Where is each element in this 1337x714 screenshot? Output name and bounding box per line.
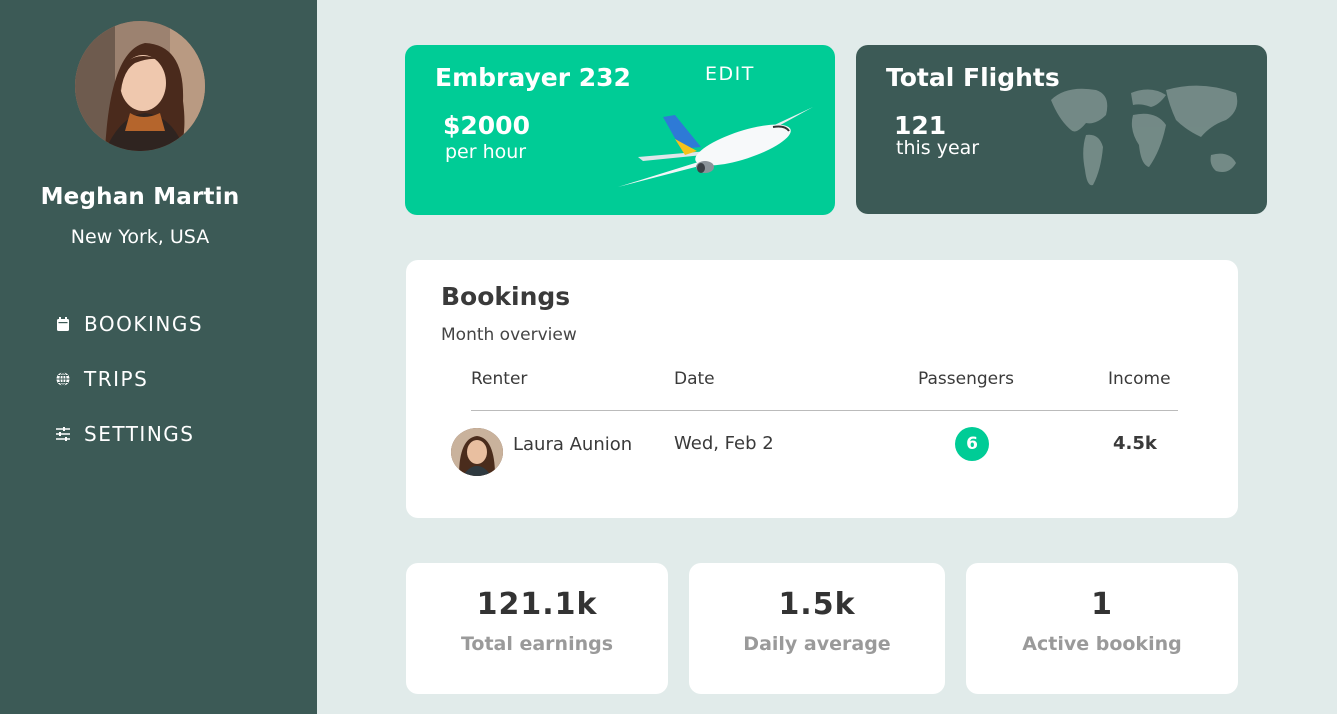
stat-card-daily-average: 1.5k Daily average xyxy=(689,563,945,694)
bookings-subtitle: Month overview xyxy=(441,325,577,345)
nav-item-bookings[interactable]: BOOKINGS xyxy=(54,310,203,338)
sliders-icon xyxy=(54,425,72,443)
bookings-title: Bookings xyxy=(441,282,571,311)
table-divider xyxy=(471,410,1178,411)
passengers-badge: 6 xyxy=(955,427,989,461)
nav-item-trips[interactable]: TRIPS xyxy=(54,365,203,393)
user-name: Meghan Martin xyxy=(40,184,240,210)
user-location: New York, USA xyxy=(70,226,210,248)
total-flights-count: 121 xyxy=(894,111,947,140)
edit-button[interactable]: EDIT xyxy=(705,63,755,85)
renter-name: Laura Aunion xyxy=(513,434,633,455)
nav-item-settings[interactable]: SETTINGS xyxy=(54,420,203,448)
sidebar: Meghan Martin New York, USA BOOKINGS TRI… xyxy=(0,0,317,714)
plane-price: $2000 xyxy=(443,111,530,140)
bookings-card: Bookings Month overview Renter Date Pass… xyxy=(406,260,1238,518)
plane-card: Embrayer 232 EDIT $2000 per hour xyxy=(405,45,835,215)
stat-label: Active booking xyxy=(1022,633,1182,655)
total-flights-unit: this year xyxy=(896,137,980,159)
stat-value: 121.1k xyxy=(476,587,598,622)
column-header-income: Income xyxy=(1108,369,1171,389)
stat-label: Daily average xyxy=(743,633,891,655)
column-header-renter: Renter xyxy=(471,369,528,389)
stat-value: 1.5k xyxy=(778,587,856,622)
renter-avatar xyxy=(451,428,503,476)
user-avatar[interactable] xyxy=(75,21,205,151)
stat-label: Total earnings xyxy=(460,633,614,655)
booking-income: 4.5k xyxy=(1113,433,1157,454)
calendar-icon xyxy=(54,315,72,333)
stat-card-active-booking: 1 Active booking xyxy=(966,563,1238,694)
booking-date: Wed, Feb 2 xyxy=(674,433,774,454)
globe-icon xyxy=(54,370,72,388)
nav-item-label: TRIPS xyxy=(84,367,149,391)
world-map-image xyxy=(1051,85,1238,186)
plane-price-unit: per hour xyxy=(445,141,527,163)
total-flights-title: Total Flights xyxy=(886,63,1060,92)
sidebar-nav: BOOKINGS TRIPS SETTINGS xyxy=(54,310,203,475)
plane-name: Embrayer 232 xyxy=(435,63,631,92)
nav-item-label: SETTINGS xyxy=(84,422,195,446)
nav-item-label: BOOKINGS xyxy=(84,312,204,336)
total-flights-card: Total Flights 121 this year xyxy=(856,45,1267,214)
stat-value: 1 xyxy=(1091,587,1113,622)
column-header-passengers: Passengers xyxy=(918,369,1014,389)
column-header-date: Date xyxy=(674,369,715,389)
airplane-image xyxy=(618,107,813,187)
stat-card-total-earnings: 121.1k Total earnings xyxy=(406,563,668,694)
